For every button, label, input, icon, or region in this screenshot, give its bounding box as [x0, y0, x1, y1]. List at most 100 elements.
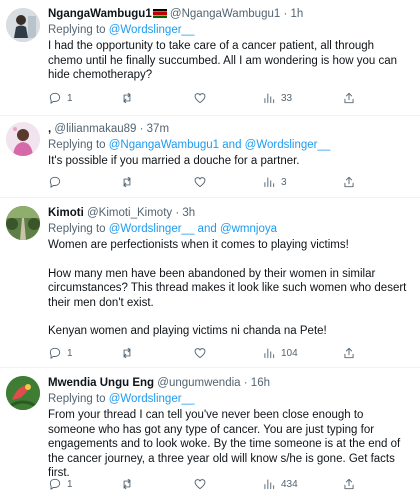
avatar[interactable]: [6, 376, 40, 410]
retweet-button[interactable]: [120, 345, 134, 361]
view-count: 33: [281, 92, 293, 104]
timestamp[interactable]: 37m: [147, 123, 169, 135]
views-button[interactable]: 104: [262, 345, 298, 361]
timestamp[interactable]: 16h: [251, 377, 270, 389]
timestamp[interactable]: 3h: [182, 207, 195, 219]
views-button[interactable]: 434: [262, 476, 298, 492]
tweet-header: NgangaWambugu1 @NgangaWambugu1 · 1h: [48, 7, 410, 22]
avatar-image: [6, 8, 40, 42]
tweet-header: Kimoti @Kimoti_Kimoty · 3h: [48, 206, 410, 221]
mention-link[interactable]: @wmnjoya: [220, 223, 277, 235]
timestamp[interactable]: 1h: [291, 8, 304, 20]
user-handle[interactable]: @lilianmakau89: [54, 123, 136, 135]
user-handle[interactable]: @Kimoti_Kimoty: [87, 207, 172, 219]
reply-button[interactable]: 1: [48, 345, 73, 361]
share-icon: [344, 92, 354, 104]
avatar[interactable]: [6, 206, 40, 240]
tweet[interactable]: NgangaWambugu1 @NgangaWambugu1 · 1h Repl…: [0, 0, 420, 116]
share-button[interactable]: [342, 476, 356, 492]
reply-count: 1: [67, 478, 73, 490]
avatar[interactable]: [6, 8, 40, 42]
reply-button[interactable]: 1: [48, 90, 73, 106]
reply-count: 1: [67, 92, 73, 104]
tweet-text: From your thread I can tell you've never…: [48, 408, 410, 481]
replying-to-label: Replying to: [48, 223, 109, 235]
action-bar: 1 434: [48, 476, 410, 492]
mention-link[interactable]: @Wordslinger__: [109, 223, 195, 235]
share-icon: [344, 176, 354, 188]
display-name[interactable]: NgangaWambugu1: [48, 8, 152, 20]
share-button[interactable]: [342, 90, 356, 106]
separator-dot: ·: [243, 377, 248, 389]
avatar-image: [6, 122, 40, 156]
replying-to: Replying to @Wordslinger__: [48, 392, 410, 407]
avatar[interactable]: [6, 122, 40, 156]
user-handle[interactable]: @NgangaWambugu1: [170, 8, 280, 20]
like-button[interactable]: [193, 476, 207, 492]
views-icon: [264, 348, 275, 359]
like-button[interactable]: [193, 345, 207, 361]
reply-count: 1: [67, 347, 73, 359]
share-icon: [344, 347, 354, 359]
reply-icon: [49, 92, 61, 104]
action-bar: 1 104: [48, 345, 410, 361]
like-button[interactable]: [193, 90, 207, 106]
replying-to-label: Replying to: [48, 139, 109, 151]
display-name[interactable]: Kimoti: [48, 207, 84, 219]
reply-icon: [49, 347, 61, 359]
tweet-paragraph: Kenyan women and playing victims ni chan…: [48, 325, 327, 337]
share-icon: [344, 478, 354, 490]
retweet-icon: [123, 176, 131, 188]
avatar-image: [6, 206, 40, 240]
tweet-paragraph: How many men have been abandoned by thei…: [48, 267, 407, 309]
tweet-text: It's possible if you married a douche fo…: [48, 154, 410, 169]
retweet-button[interactable]: [120, 174, 134, 190]
replying-to-label: Replying to: [48, 24, 109, 36]
user-handle[interactable]: @ungumwendia: [157, 377, 240, 389]
separator-dot: ·: [175, 207, 180, 219]
tweet-header: Mwendia Ungu Eng @ungumwendia · 16h: [48, 376, 410, 391]
mention-link[interactable]: @NgangaWambugu1: [109, 139, 219, 151]
view-count: 434: [281, 478, 298, 490]
reply-button[interactable]: 1: [48, 476, 73, 492]
retweet-icon: [123, 347, 131, 359]
tweet-paragraph: I had the opportunity to take care of a …: [48, 40, 398, 81]
heart-icon: [194, 93, 206, 104]
share-button[interactable]: [342, 345, 356, 361]
mention-link[interactable]: @Wordslinger__: [109, 393, 195, 405]
views-button[interactable]: 3: [262, 174, 287, 190]
tweet-paragraph: Women are perfectionists when it comes t…: [48, 239, 349, 251]
replying-to: Replying to @NgangaWambugu1 and @Wordsli…: [48, 138, 410, 153]
kenya-flag-icon: [152, 9, 167, 18]
retweet-button[interactable]: [120, 476, 134, 492]
replying-to-label: Replying to: [48, 393, 109, 405]
tweet-paragraph: From your thread I can tell you've never…: [48, 409, 401, 479]
like-button[interactable]: [193, 174, 207, 190]
retweet-button[interactable]: [120, 90, 134, 106]
mention-joiner: and: [219, 139, 245, 151]
heart-icon: [194, 479, 206, 490]
views-icon: [264, 479, 275, 490]
tweet-header: , @lilianmakau89 · 37m: [48, 122, 410, 137]
reply-icon: [49, 176, 61, 188]
share-button[interactable]: [342, 174, 356, 190]
views-button[interactable]: 33: [262, 90, 292, 106]
tweet[interactable]: Mwendia Ungu Eng @ungumwendia · 16h Repl…: [0, 368, 420, 500]
tweet-paragraph: It's possible if you married a douche fo…: [48, 155, 300, 167]
mention-link[interactable]: @Wordslinger__: [245, 139, 331, 151]
view-count: 104: [281, 347, 298, 359]
tweet-text: Women are perfectionists when it comes t…: [48, 238, 410, 339]
tweet[interactable]: , @lilianmakau89 · 37m Replying to @Ngan…: [0, 116, 420, 198]
tweet[interactable]: Kimoti @Kimoti_Kimoty · 3h Replying to @…: [0, 198, 420, 368]
action-bar: 1 33: [48, 90, 410, 106]
retweet-icon: [123, 478, 131, 490]
display-name[interactable]: ,: [48, 123, 51, 135]
mention-link[interactable]: @Wordslinger__: [109, 24, 195, 36]
view-count: 3: [281, 176, 287, 188]
heart-icon: [194, 348, 206, 359]
display-name[interactable]: Mwendia Ungu Eng: [48, 377, 154, 389]
reply-button[interactable]: [48, 174, 62, 190]
views-icon: [264, 93, 275, 104]
action-bar: 3: [48, 174, 410, 190]
mention-joiner: and: [194, 223, 220, 235]
